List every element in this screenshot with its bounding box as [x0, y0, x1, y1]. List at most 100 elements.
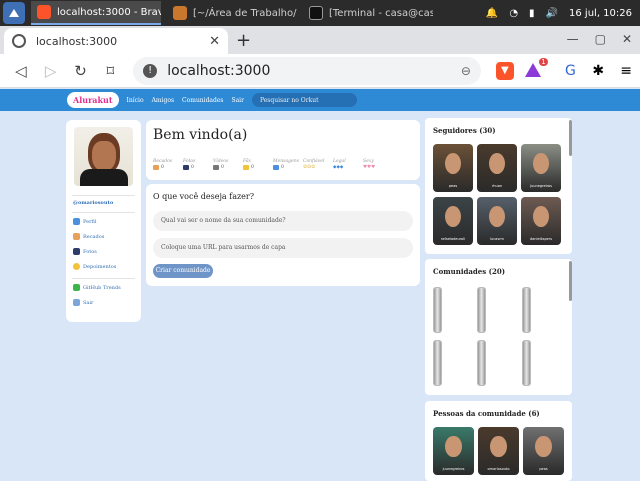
- stat-confiavel: Confiável ☺☺☺: [303, 159, 325, 170]
- stat-fotos: Fotos 0: [183, 159, 196, 170]
- person-card[interactable]: peas: [433, 144, 473, 192]
- brave-shields-icon[interactable]: ▼: [491, 61, 519, 80]
- person-card[interactable]: peas: [523, 427, 564, 475]
- person-name: peas: [448, 184, 458, 188]
- sidebar-item-github-trends[interactable]: GitHub Trends: [73, 284, 121, 291]
- brave-rewards-icon[interactable]: 1: [519, 57, 548, 79]
- person-card[interactable]: juunegreiros: [521, 144, 561, 192]
- avatar: [533, 205, 549, 228]
- menu-icon[interactable]: ≡: [612, 63, 640, 79]
- taskbar-task-terminal[interactable]: [Terminal - casa@cas...: [303, 1, 433, 25]
- person-card[interactable]: omariosouto: [478, 427, 519, 475]
- battery-icon[interactable]: ▮: [529, 8, 535, 19]
- translate-icon[interactable]: G: [557, 63, 585, 79]
- reload-icon[interactable]: ↻: [66, 62, 96, 80]
- logout-link[interactable]: Sair: [231, 97, 243, 104]
- back-icon[interactable]: ◁: [6, 62, 36, 80]
- profile-username[interactable]: @omariosouto: [73, 200, 113, 206]
- system-tray: 🔔 ◔ ▮ 🔊 16 jul, 10:26: [486, 8, 640, 19]
- sidebar-item-fotos[interactable]: Fotos: [73, 248, 97, 255]
- sun-icon: [73, 263, 80, 270]
- logo[interactable]: Alurakut: [67, 92, 119, 108]
- tab-strip: localhost:3000 ✕ + — ▢ ✕: [0, 26, 640, 54]
- divider: [72, 278, 135, 279]
- avatar[interactable]: [74, 127, 133, 186]
- community-cover-url-field[interactable]: Coloque uma URL para usarmos de capa: [153, 238, 413, 258]
- tab-localhost[interactable]: localhost:3000 ✕: [4, 28, 228, 54]
- taskbar-task-files[interactable]: [~/Área de Trabalho/F...: [167, 1, 297, 25]
- avatar: [445, 435, 462, 458]
- create-community-button[interactable]: Criar comunidade: [153, 264, 213, 278]
- person-name: rhuan: [491, 184, 503, 188]
- avatar: [490, 435, 507, 458]
- app-menu-icon[interactable]: [3, 2, 25, 24]
- stat-sexy: Sexy ♥♥♥: [363, 159, 376, 170]
- person-name: omariosouto: [487, 467, 510, 471]
- forward-icon[interactable]: ▷: [36, 62, 66, 80]
- stat-mensagens: Mensagens 0: [273, 159, 299, 170]
- browser-toolbar: ◁ ▷ ↻ ⌑ ! localhost:3000 ⊖ ▼ 1 G ✱ ≡: [0, 54, 640, 88]
- stat-fas: Fãs 0: [243, 159, 254, 170]
- community-item[interactable]: [433, 287, 442, 333]
- info-icon[interactable]: !: [143, 63, 158, 78]
- stat-videos: Vídeos 0: [213, 159, 229, 170]
- nav-inicio[interactable]: Início: [127, 97, 144, 104]
- person-card[interactable]: rafaeladeuroli: [433, 197, 473, 245]
- sidebar-item-depoimentos[interactable]: Depoimentos: [73, 263, 116, 270]
- person-name: peas: [539, 467, 548, 471]
- community-item[interactable]: [522, 287, 531, 333]
- plus-icon: [73, 284, 80, 291]
- close-window-icon[interactable]: ✕: [622, 32, 632, 46]
- new-tab-button[interactable]: +: [236, 30, 251, 51]
- community-item[interactable]: [522, 340, 531, 386]
- members-title: Pessoas da comunidade (6): [433, 409, 540, 418]
- bookmark-icon[interactable]: ⌑: [95, 62, 125, 80]
- address-bar[interactable]: ! localhost:3000 ⊖: [133, 56, 481, 85]
- search-input[interactable]: Pesquisar no Orkut: [251, 93, 357, 107]
- person-card[interactable]: rhuan: [477, 144, 517, 192]
- person-card[interactable]: juunegreiros: [433, 427, 474, 475]
- minimize-icon[interactable]: —: [567, 32, 579, 46]
- avatar: [445, 152, 461, 175]
- form-question: O que você deseja fazer?: [153, 192, 255, 201]
- sidebar-item-recados[interactable]: Recados: [73, 233, 104, 240]
- person-name: rafaeladeuroli: [440, 237, 466, 241]
- user-icon: [73, 218, 80, 225]
- followers-title: Seguidores (30): [433, 126, 496, 135]
- taskbar-task-brave[interactable]: localhost:3000 - Brave: [31, 1, 161, 25]
- zoom-icon[interactable]: ⊖: [461, 64, 471, 78]
- nav-amigos[interactable]: Amigos: [152, 97, 174, 104]
- person-name: juunegreiros: [530, 184, 552, 188]
- community-name-field[interactable]: Qual vai ser o nome da sua comunidade?: [153, 211, 413, 231]
- person-card[interactable]: danielkspers: [521, 197, 561, 245]
- avatar: [535, 435, 552, 458]
- person-card[interactable]: lucasrm: [477, 197, 517, 245]
- communities-title: Comunidades (20): [433, 267, 506, 276]
- stat-recados: Recados 0: [153, 159, 173, 170]
- nav-comunidades[interactable]: Comunidades: [182, 97, 223, 104]
- divider: [72, 212, 135, 213]
- followers-scrollbar[interactable]: [569, 120, 572, 156]
- communities-box: Comunidades (20): [425, 259, 572, 395]
- avatar: [533, 152, 549, 175]
- logout-icon: [73, 299, 80, 306]
- clock[interactable]: 16 jul, 10:26: [569, 8, 632, 19]
- wifi-icon[interactable]: ◔: [509, 8, 518, 19]
- avatar: [489, 152, 505, 175]
- profile-sidebar: @omariosouto Perfil Recados Fotos Depoim…: [66, 120, 141, 322]
- sidebar-item-sair[interactable]: Sair: [73, 299, 93, 306]
- divider: [72, 195, 135, 196]
- bell-icon[interactable]: 🔔: [486, 8, 498, 19]
- community-item[interactable]: [477, 340, 486, 386]
- extensions-icon[interactable]: ✱: [584, 63, 612, 79]
- os-taskbar: localhost:3000 - Brave [~/Área de Trabal…: [0, 0, 640, 26]
- site-header: Alurakut Início Amigos Comunidades Sair …: [0, 89, 640, 111]
- maximize-icon[interactable]: ▢: [595, 32, 606, 46]
- communities-scrollbar[interactable]: [569, 261, 572, 301]
- volume-icon[interactable]: 🔊: [546, 8, 558, 19]
- sidebar-item-perfil[interactable]: Perfil: [73, 218, 96, 225]
- avatar: [489, 205, 505, 228]
- community-item[interactable]: [433, 340, 442, 386]
- close-tab-icon[interactable]: ✕: [209, 34, 220, 49]
- community-item[interactable]: [477, 287, 486, 333]
